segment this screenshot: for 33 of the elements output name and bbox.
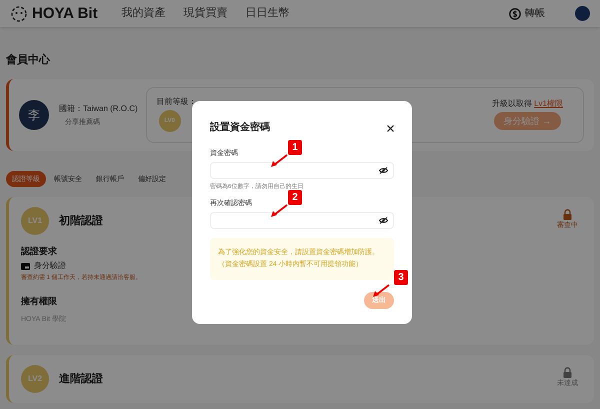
upgrade-link[interactable]: Lv1權限 — [534, 99, 563, 108]
level-badge: LV1 — [21, 207, 49, 235]
requirement-text: 身分驗證 — [34, 262, 66, 270]
dollar-icon[interactable] — [509, 8, 521, 20]
nav-link[interactable]: 現貨買賣 — [184, 8, 228, 19]
password-field[interactable] — [210, 212, 394, 229]
transfer-link[interactable]: 轉帳 — [525, 8, 545, 18]
level-badge: LV2 — [21, 365, 49, 393]
nav-link[interactable]: 日日生幣 — [246, 8, 290, 19]
nav-link[interactable]: 我的資產 — [122, 8, 166, 19]
step-marker: 3 — [394, 270, 408, 285]
level-title: 進階認證 — [59, 374, 103, 384]
upgrade-text: 升級以取得 Lv1權限 — [492, 100, 563, 108]
avatar-icon: 李 — [19, 100, 49, 130]
page-title: 會員中心 — [6, 53, 50, 67]
annotation-arrow — [372, 284, 390, 298]
nationality-text: 國籍：Taiwan (R.O.C) — [59, 104, 138, 112]
level-label: 目前等級： — [156, 98, 197, 106]
password-field[interactable] — [210, 162, 394, 179]
avatar-icon[interactable] — [575, 6, 590, 21]
eye-slash-icon[interactable] — [379, 167, 388, 174]
id-card-icon — [21, 262, 30, 270]
level-title: 初階認證 — [59, 216, 103, 226]
section-heading: 認證要求 — [21, 247, 57, 256]
annotation-arrow — [270, 154, 288, 168]
close-button[interactable] — [387, 124, 394, 132]
section-heading: 擁有權限 — [21, 297, 57, 306]
step-marker: 2 — [288, 190, 302, 205]
dialog-title: 設置資金密碼 — [210, 123, 270, 133]
eye-slash-icon[interactable] — [379, 217, 388, 224]
logo-text[interactable]: HOYA Bit — [32, 6, 98, 21]
step-marker: 1 — [288, 140, 302, 155]
annotation-arrow — [270, 204, 288, 218]
